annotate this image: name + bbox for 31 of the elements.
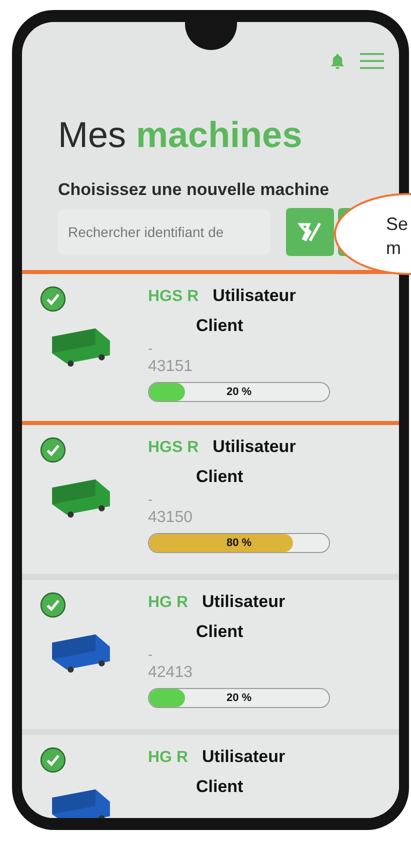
bell-icon[interactable] bbox=[330, 52, 345, 70]
fill-level-reading: 80 % bbox=[225, 536, 253, 551]
model-label: HGS R bbox=[148, 439, 199, 457]
callout-text: m bbox=[386, 237, 402, 259]
search-field[interactable]: Rechercher identifiant de bbox=[58, 209, 270, 255]
machine-number: 43151 bbox=[148, 358, 194, 376]
dash-label: - bbox=[148, 646, 154, 662]
fill-level-reading: 20 % bbox=[225, 691, 253, 706]
user-label: Utilisateur bbox=[202, 592, 286, 612]
machine-card[interactable]: HGS R Utilisateur Client - 43151 20 % bbox=[22, 270, 399, 425]
model-label: HG R bbox=[148, 594, 188, 612]
user-label: Utilisateur bbox=[212, 437, 296, 457]
model-label: HG R bbox=[148, 749, 188, 767]
dash-label: - bbox=[148, 491, 154, 507]
menu-icon[interactable] bbox=[359, 52, 385, 70]
user-label: Utilisateur bbox=[202, 747, 286, 767]
camera-notch bbox=[184, 22, 236, 50]
user-label: Utilisateur bbox=[212, 286, 296, 306]
fill-level-reading: 20 % bbox=[225, 385, 253, 400]
machine-number: 43150 bbox=[148, 509, 194, 527]
callout-text: Se bbox=[386, 213, 410, 235]
client-label: Client bbox=[196, 316, 244, 336]
client-label: Client bbox=[196, 622, 244, 642]
machine-number: 42413 bbox=[148, 664, 194, 682]
model-label: HGS R bbox=[148, 288, 199, 306]
filter-button[interactable] bbox=[286, 208, 334, 256]
page-title: Mes machines bbox=[58, 114, 304, 156]
client-label: Client bbox=[196, 777, 244, 797]
section-heading: Choisissez une nouvelle machine bbox=[58, 180, 330, 200]
client-label: Client bbox=[196, 467, 244, 487]
dash-label: - bbox=[148, 340, 154, 356]
